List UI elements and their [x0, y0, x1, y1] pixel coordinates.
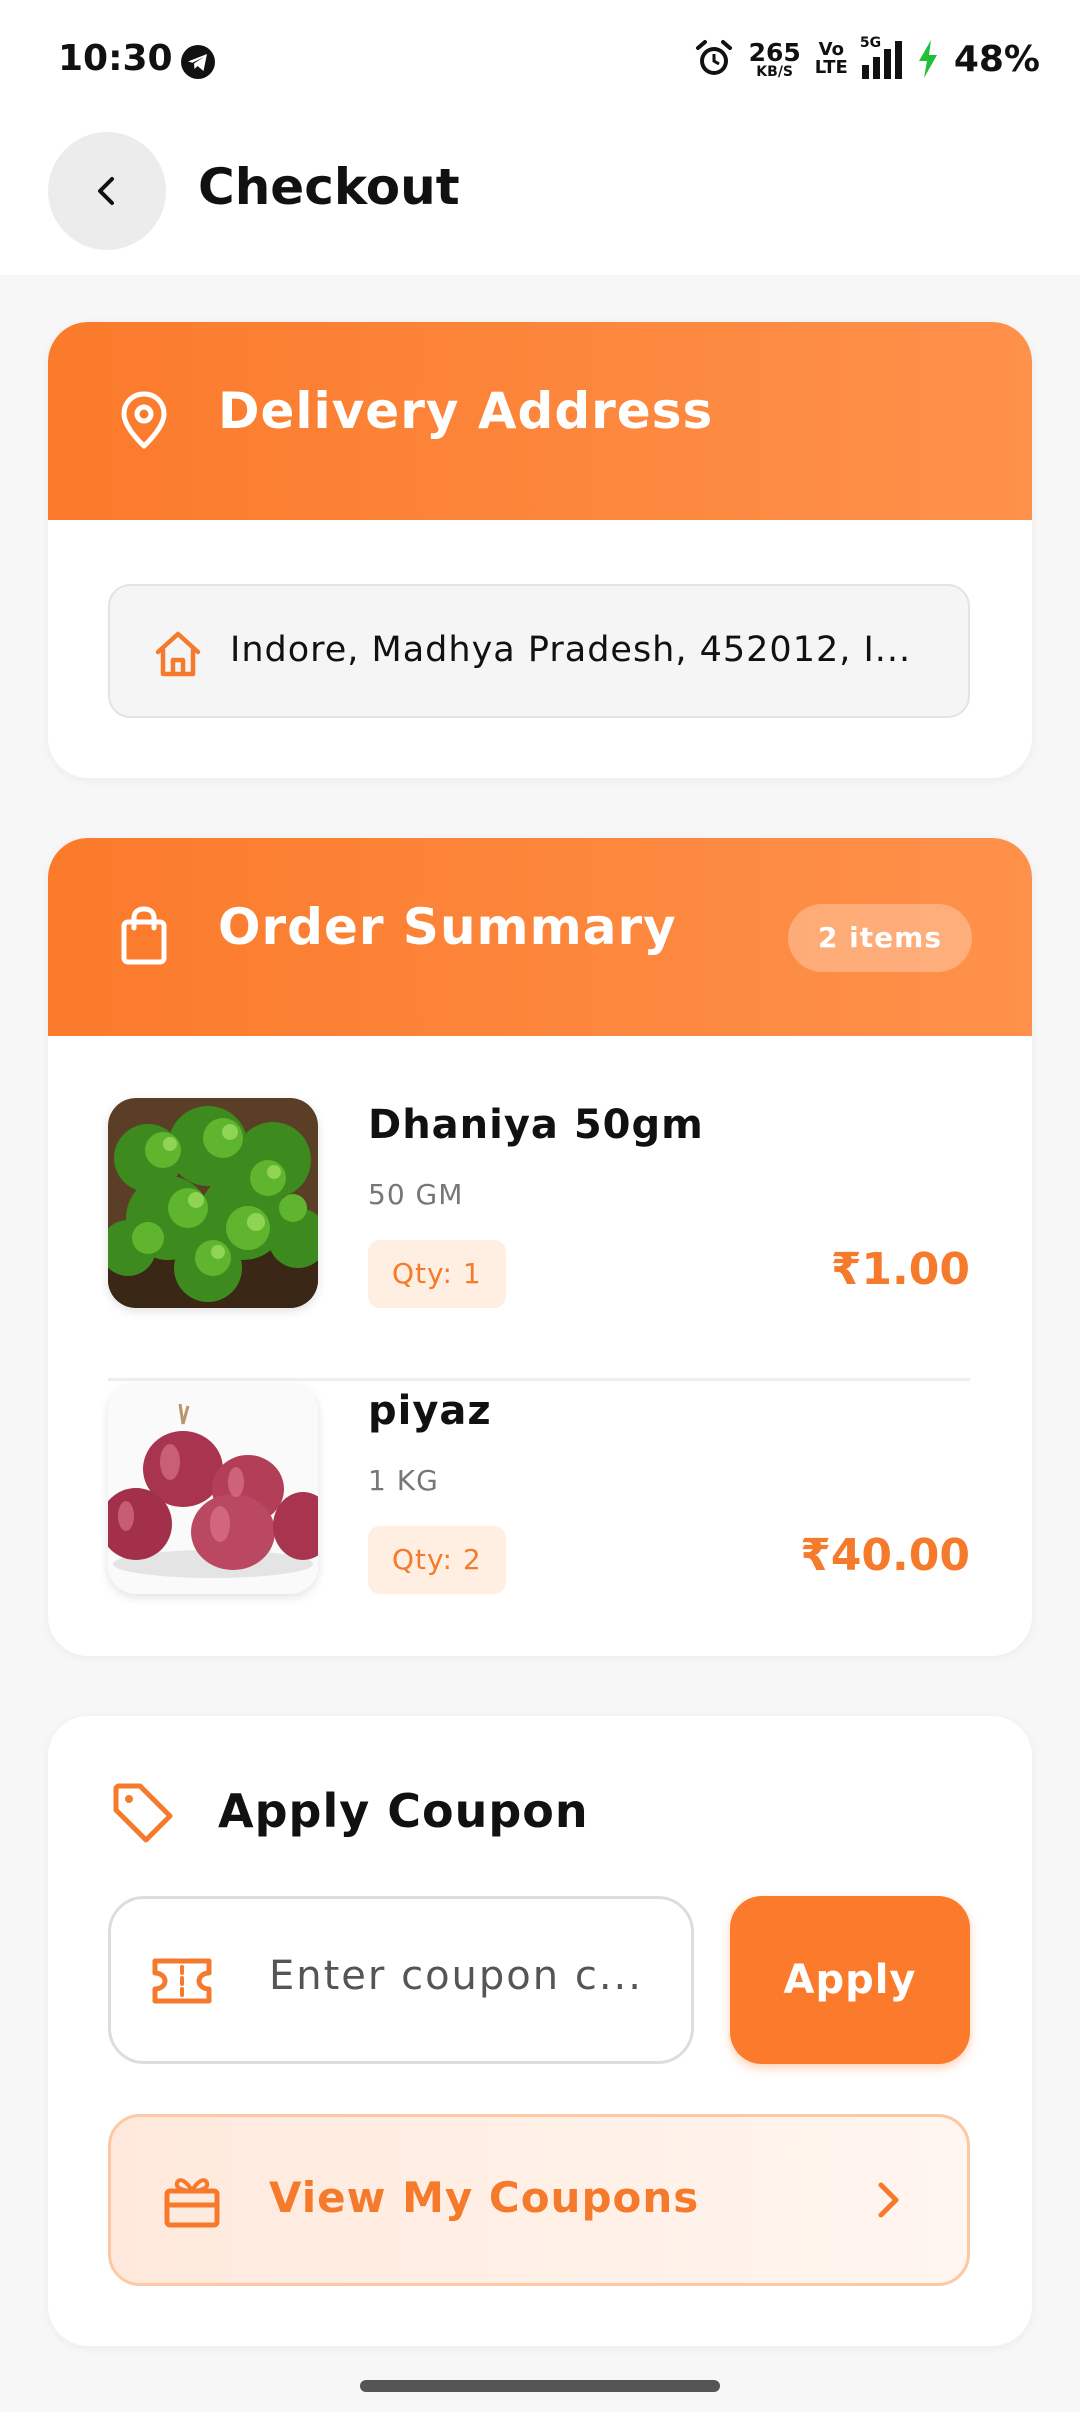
shopping-bag-icon	[121, 906, 167, 965]
view-my-coupons-button[interactable]: View My Coupons	[108, 2114, 970, 2286]
chevron-left-icon	[98, 177, 114, 205]
net-speed-unit: KB/S	[756, 63, 794, 80]
apply-button[interactable]: Apply	[730, 1896, 970, 2064]
delivery-address-card: Delivery Address Indore, Madhya Pradesh,…	[48, 322, 1032, 778]
item-name: piyaz	[368, 1388, 492, 1434]
network-speed: 265 KB/S	[749, 40, 801, 79]
order-summary-card: Order Summary 2 items Dhaniya 50gm 50 GM…	[48, 838, 1032, 1656]
item-divider	[108, 1378, 970, 1381]
gift-icon	[164, 2178, 220, 2228]
telegram-icon	[181, 45, 215, 79]
items-count-badge: 2 items	[787, 904, 972, 972]
address-field[interactable]: Indore, Madhya Pradesh, 452012, I...	[108, 584, 970, 718]
coupon-placeholder: Enter coupon c...	[269, 1953, 643, 1999]
view-my-coupons-label: View My Coupons	[269, 2173, 700, 2222]
qty-badge: Qty: 2	[368, 1526, 506, 1594]
volte-indicator: Vo LTE	[815, 41, 848, 77]
product-image-piyaz	[108, 1384, 318, 1594]
charging-bolt-icon	[918, 40, 937, 78]
product-image-dhaniya	[108, 1098, 318, 1308]
apply-coupon-card: Apply Coupon Enter coupon c... Apply Vie…	[48, 1716, 1032, 2346]
qty-badge: Qty: 1	[368, 1240, 506, 1308]
back-button[interactable]	[48, 132, 166, 250]
order-summary-header: Order Summary 2 items	[48, 838, 1032, 1036]
volte-bottom: LTE	[814, 57, 848, 78]
network-type: 5G	[859, 35, 882, 51]
delivery-address-header: Delivery Address	[48, 322, 1032, 520]
item-price: ₹40.00	[800, 1530, 970, 1581]
ticket-icon	[152, 1958, 212, 2004]
battery-level: 48%	[953, 38, 1040, 80]
chevron-right-icon	[878, 2182, 899, 2218]
order-item[interactable]: piyaz 1 KG Qty: 2 ₹40.00	[108, 1384, 970, 1594]
order-item[interactable]: Dhaniya 50gm 50 GM Qty: 1 ₹1.00	[108, 1098, 970, 1308]
item-name: Dhaniya 50gm	[368, 1102, 704, 1148]
item-unit: 50 GM	[368, 1178, 464, 1211]
address-text: Indore, Madhya Pradesh, 452012, I...	[230, 630, 912, 670]
status-time: 10:30	[58, 38, 173, 79]
order-summary-title: Order Summary	[218, 898, 677, 956]
item-price: ₹1.00	[830, 1244, 970, 1295]
delivery-address-title: Delivery Address	[218, 382, 714, 440]
coupon-code-input[interactable]: Enter coupon c...	[108, 1896, 694, 2064]
apply-button-label: Apply	[783, 1957, 917, 2003]
net-speed-value: 265	[748, 37, 801, 67]
signal-icon: 5G	[860, 35, 902, 79]
status-bar: 10:30 265 KB/S Vo LTE 5G 48%	[0, 0, 1080, 120]
apply-coupon-title: Apply Coupon	[218, 1784, 589, 1838]
home-indicator[interactable]	[360, 2380, 720, 2392]
page-title: Checkout	[198, 158, 460, 216]
tag-icon	[113, 1783, 173, 1843]
home-icon	[155, 631, 201, 677]
alarm-icon	[695, 40, 732, 75]
app-header: Checkout	[0, 120, 1080, 275]
location-pin-icon	[121, 391, 167, 449]
item-unit: 1 KG	[368, 1464, 439, 1497]
